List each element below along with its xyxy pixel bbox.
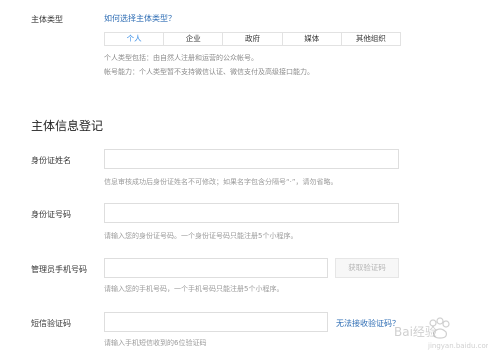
tab-other-org[interactable]: 其他组织	[340, 33, 400, 45]
watermark-logo-icon: Bai经验 jingyan.baidu.com	[394, 317, 493, 350]
sms-code-hint: 请输入手机短信收到的6位验证码	[104, 339, 207, 347]
phone-input[interactable]	[104, 258, 328, 278]
id-name-hint: 信息审核成功后身份证姓名不可修改；如果名字包含分隔号“·”，请勿省略。	[104, 178, 338, 186]
id-name-input[interactable]	[104, 149, 399, 169]
baidu-jingyan-watermark: Bai经验 jingyan.baidu.com	[388, 312, 493, 352]
get-code-button[interactable]: 获取验证码	[335, 258, 399, 278]
tab-personal[interactable]: 个人	[105, 33, 163, 45]
section-title: 主体信息登记	[31, 119, 104, 133]
id-name-label: 身份证姓名	[31, 156, 71, 165]
id-number-label: 身份证号码	[31, 210, 71, 219]
entity-type-help-link[interactable]: 如何选择主体类型？	[104, 13, 176, 24]
tab-media[interactable]: 媒体	[281, 33, 341, 45]
tab-government[interactable]: 政府	[222, 33, 281, 45]
entity-type-label: 主体类型	[31, 15, 63, 24]
entity-type-tabs: 个人 企业 政府 媒体 其他组织	[104, 32, 401, 46]
entity-type-desc-line1: 个人类型包括：由自然人注册和运营的公众帐号。	[104, 54, 258, 62]
phone-label: 管理员手机号码	[31, 265, 87, 274]
id-number-input[interactable]	[104, 203, 399, 223]
phone-hint: 请输入您的手机号码，一个手机号码只能注册5个小程序。	[104, 285, 284, 293]
id-number-hint: 请输入您的身份证号码。一个身份证号码只能注册5个小程序。	[104, 232, 298, 240]
sms-code-label: 短信验证码	[31, 319, 71, 328]
entity-type-desc-line2: 帐号能力：个人类型暂不支持微信认证、微信支付及高级接口能力。	[104, 68, 314, 76]
watermark-url-text: jingyan.baidu.com	[427, 342, 488, 350]
sms-code-input[interactable]	[104, 312, 328, 332]
tab-enterprise[interactable]: 企业	[163, 33, 222, 45]
watermark-brand-text: Bai经验	[394, 324, 437, 339]
